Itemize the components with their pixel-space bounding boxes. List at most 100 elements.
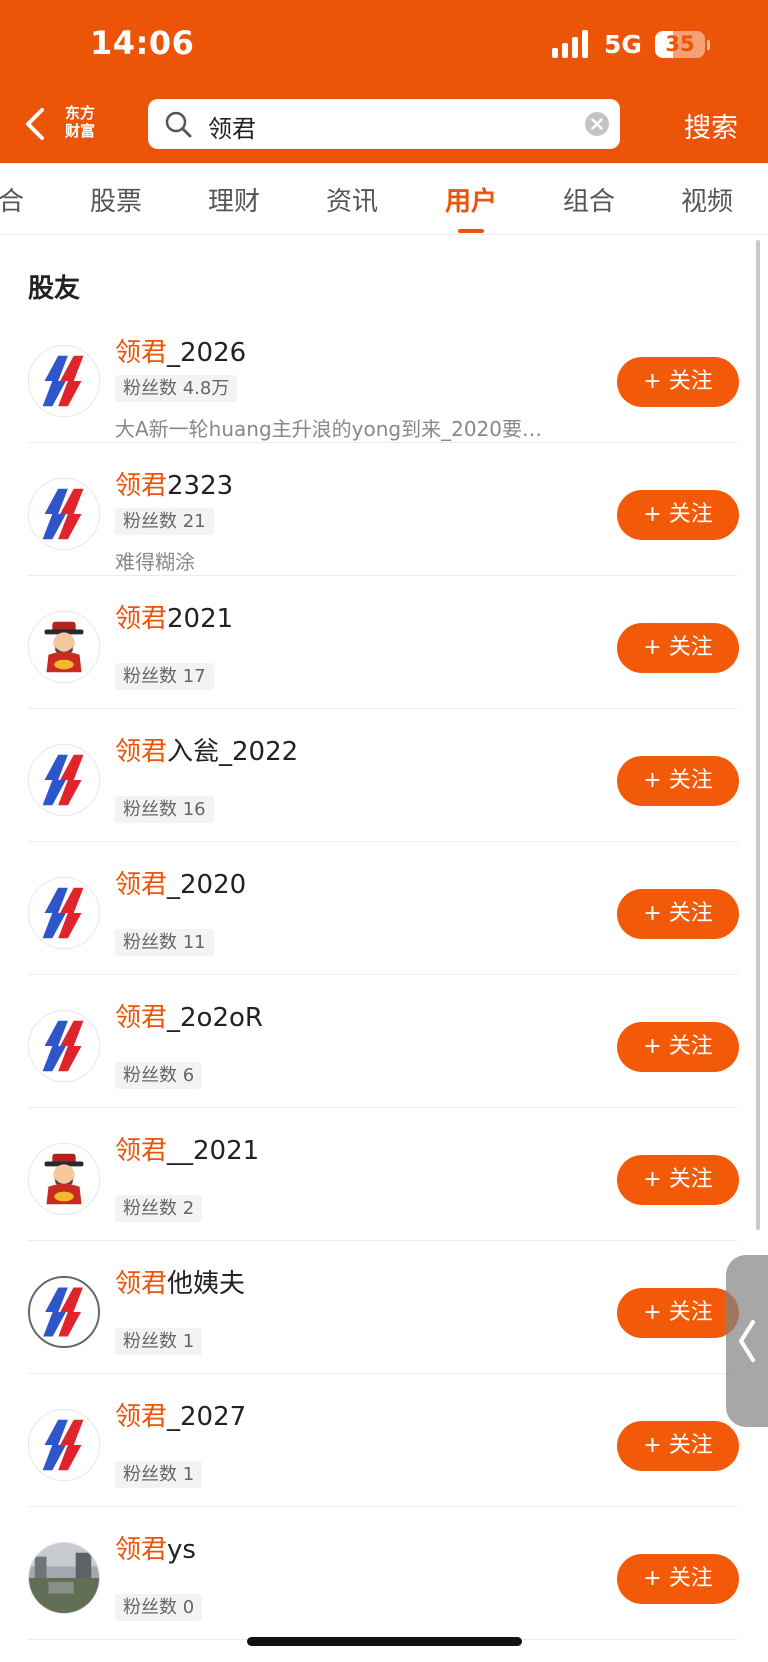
user-row[interactable]: 领君_2027 粉丝数 1 + 关注 [0, 1374, 768, 1507]
network-label: 5G [604, 30, 642, 59]
follow-button[interactable]: + 关注 [617, 1155, 739, 1205]
battery-level: 35 [665, 32, 695, 56]
logo-text: 东方财富 [64, 104, 95, 140]
avatar[interactable] [28, 345, 100, 417]
user-name[interactable]: 领君2323 [115, 465, 233, 502]
category-tabs: 合 股票 理财 资讯 用户 组合 视频 [0, 163, 768, 235]
tab-video[interactable]: 视频 [681, 181, 733, 218]
scrollbar[interactable] [756, 240, 760, 1230]
name-highlight: 领君 [115, 1003, 168, 1033]
back-button[interactable] [18, 104, 58, 144]
user-name[interactable]: 领君_2026 [115, 332, 246, 369]
user-row[interactable]: 领君__2021 粉丝数 2 + 关注 [0, 1108, 768, 1241]
user-row[interactable]: 领君他姨夫 粉丝数 1 + 关注 [0, 1241, 768, 1374]
user-row[interactable]: 领君入瓮_2022 粉丝数 16 + 关注 [0, 709, 768, 842]
search-icon [165, 111, 192, 138]
follow-button[interactable]: + 关注 [617, 357, 739, 407]
name-highlight: 领君 [115, 604, 168, 634]
name-highlight: 领君 [115, 1136, 168, 1166]
user-row[interactable]: 领君_2020 粉丝数 11 + 关注 [0, 842, 768, 975]
fans-count-badge: 粉丝数 16 [115, 796, 214, 823]
app-logo: 东方财富 [60, 104, 100, 144]
user-name[interactable]: 领君__2021 [115, 1130, 259, 1167]
search-query: 领君 [208, 115, 256, 143]
avatar[interactable] [28, 478, 100, 550]
name-rest: _2027 [167, 1402, 247, 1432]
tab-wealth[interactable]: 理财 [208, 181, 260, 218]
battery-icon: 35 [655, 31, 705, 58]
user-name[interactable]: 领君_2020 [115, 864, 246, 901]
fans-count-badge: 粉丝数 6 [115, 1062, 203, 1089]
fans-count-badge: 粉丝数 11 [115, 929, 214, 956]
user-bio: 难得糊涂 [115, 550, 195, 574]
home-indicator [247, 1637, 522, 1646]
name-rest: _2o2oR [167, 1003, 263, 1033]
search-input[interactable]: 领君 [148, 99, 620, 149]
name-rest: _2026 [167, 338, 247, 368]
user-name[interactable]: 领君他姨夫 [115, 1263, 245, 1300]
side-float-handle[interactable] [726, 1255, 768, 1427]
user-row[interactable]: 领君2323 粉丝数 21 难得糊涂 + 关注 [0, 443, 768, 576]
user-name[interactable]: 领君_2027 [115, 1396, 246, 1433]
avatar[interactable] [28, 611, 100, 683]
brand-logo-avatar-icon [29, 479, 99, 549]
name-rest: ys [167, 1535, 196, 1565]
follow-button[interactable]: + 关注 [617, 1554, 739, 1604]
avatar[interactable] [28, 877, 100, 949]
user-name[interactable]: 领君ys [115, 1529, 196, 1566]
user-name[interactable]: 领君入瓮_2022 [115, 731, 298, 768]
fans-count-badge: 粉丝数 4.8万 [115, 375, 238, 402]
tab-users[interactable]: 用户 [445, 181, 497, 218]
tab-news[interactable]: 资讯 [326, 181, 378, 218]
avatar[interactable] [28, 1010, 100, 1082]
fans-count-badge: 粉丝数 0 [115, 1594, 203, 1621]
brand-logo-avatar-icon [29, 346, 99, 416]
follow-button[interactable]: + 关注 [617, 1022, 739, 1072]
avatar[interactable] [28, 744, 100, 816]
name-highlight: 领君 [115, 737, 168, 767]
follow-button[interactable]: + 关注 [617, 490, 739, 540]
fans-count-badge: 粉丝数 17 [115, 663, 214, 690]
follow-button[interactable]: + 关注 [617, 1288, 739, 1338]
name-highlight: 领君 [115, 1269, 168, 1299]
user-row[interactable]: 领君2021 粉丝数 17 + 关注 [0, 576, 768, 709]
follow-button[interactable]: + 关注 [617, 1421, 739, 1471]
follow-button[interactable]: + 关注 [617, 623, 739, 673]
fortune-god-avatar-icon [29, 1144, 99, 1214]
user-name[interactable]: 领君2021 [115, 598, 233, 635]
user-row[interactable]: 领君_2o2oR 粉丝数 6 + 关注 [0, 975, 768, 1108]
clear-circle-icon[interactable] [584, 111, 610, 137]
search-button[interactable]: 搜索 [684, 106, 738, 145]
avatar[interactable] [28, 1542, 100, 1614]
tab-stocks[interactable]: 股票 [90, 181, 142, 218]
tab-combined[interactable]: 合 [0, 181, 24, 218]
fans-count-badge: 粉丝数 2 [115, 1195, 203, 1222]
section-title: 股友 [28, 274, 81, 304]
follow-button[interactable]: + 关注 [617, 889, 739, 939]
user-list: 领君_2026 粉丝数 4.8万 大A新一轮huang主升浪的yong到来_2020… [0, 310, 768, 1640]
avatar[interactable] [28, 1276, 100, 1348]
avatar[interactable] [28, 1409, 100, 1481]
brand-logo-avatar-icon [29, 1410, 99, 1480]
follow-button[interactable]: + 关注 [617, 756, 739, 806]
signal-icon [552, 30, 592, 58]
user-row[interactable]: 领君_2026 粉丝数 4.8万 大A新一轮huang主升浪的yong到来_2020… [0, 310, 768, 443]
fans-count-badge: 粉丝数 21 [115, 508, 214, 535]
name-highlight: 领君 [115, 1402, 168, 1432]
name-rest: 2021 [167, 604, 234, 634]
battery-nub [707, 40, 710, 50]
name-highlight: 领君 [115, 338, 168, 368]
name-rest: 他姨夫 [167, 1269, 246, 1299]
name-highlight: 领君 [115, 1535, 168, 1565]
photo-avatar-icon [29, 1543, 99, 1613]
user-row[interactable]: 领君ys 粉丝数 0 + 关注 [0, 1507, 768, 1640]
avatar[interactable] [28, 1143, 100, 1215]
brand-logo-avatar-icon [29, 745, 99, 815]
tab-portfolio[interactable]: 组合 [563, 181, 615, 218]
fortune-god-avatar-icon [29, 612, 99, 682]
status-time: 14:06 [90, 24, 195, 62]
user-name[interactable]: 领君_2o2oR [115, 997, 263, 1034]
name-rest: __2021 [167, 1136, 260, 1166]
name-rest: 2323 [167, 471, 234, 501]
brand-logo-avatar-icon [29, 1011, 99, 1081]
